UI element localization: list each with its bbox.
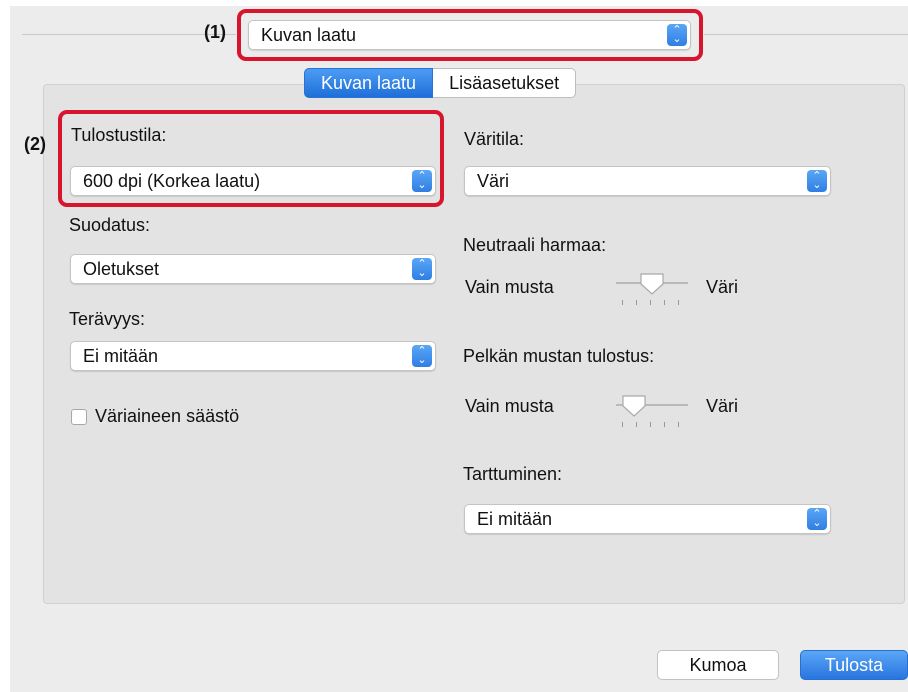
chevron-updown-icon: ⌃ ⌄ — [807, 170, 827, 192]
panel-selector-value: Kuvan laatu — [261, 25, 357, 45]
tab-advanced[interactable]: Lisäasetukset — [433, 68, 577, 98]
pure-black-max-label: Väri — [706, 396, 739, 416]
color-mode-value: Väri — [477, 171, 510, 191]
slider-knob[interactable] — [621, 394, 647, 418]
print-mode-label: Tulostustila: — [71, 125, 167, 145]
top-margin — [0, 0, 908, 6]
pure-black-slider[interactable] — [610, 392, 690, 428]
chevron-updown-icon: ⌃ ⌄ — [667, 24, 687, 46]
slider-knob[interactable] — [639, 272, 665, 296]
panel-selector-popup[interactable]: Kuvan laatu ⌃ ⌄ — [248, 20, 691, 50]
toner-save-label: Väriaineen säästö — [95, 406, 240, 426]
filter-select[interactable]: Oletukset ⌃ ⌄ — [70, 254, 436, 284]
callout-1-label: (1) — [204, 22, 226, 42]
chevron-updown-icon: ⌃ ⌄ — [412, 345, 432, 367]
neutral-gray-min-label: Vain musta — [465, 277, 554, 297]
chevron-updown-icon: ⌃ ⌄ — [412, 258, 432, 280]
trapping-value: Ei mitään — [477, 509, 553, 529]
trapping-select[interactable]: Ei mitään ⌃ ⌄ — [464, 504, 831, 534]
neutral-gray-max-label: Väri — [706, 277, 739, 297]
filter-value: Oletukset — [83, 259, 160, 279]
tab-image-quality[interactable]: Kuvan laatu — [304, 68, 434, 98]
chevron-updown-icon: ⌃ ⌄ — [412, 170, 432, 192]
separator-right — [704, 34, 908, 35]
color-mode-select[interactable]: Väri ⌃ ⌄ — [464, 166, 831, 196]
cancel-button[interactable]: Kumoa — [657, 650, 779, 680]
trapping-label: Tarttuminen: — [463, 464, 563, 484]
pure-black-min-label: Vain musta — [465, 396, 554, 416]
sharpness-value: Ei mitään — [83, 346, 159, 366]
filter-label: Suodatus: — [69, 215, 151, 235]
tab-bar: Kuvan laatu Lisäasetukset — [304, 68, 577, 98]
print-mode-select[interactable]: 600 dpi (Korkea laatu) ⌃ ⌄ — [70, 166, 436, 196]
print-button[interactable]: Tulosta — [800, 650, 908, 680]
color-mode-label: Väritila: — [464, 129, 525, 149]
callout-2-label: (2) — [24, 134, 46, 154]
neutral-gray-label: Neutraali harmaa: — [463, 235, 607, 255]
neutral-gray-slider[interactable] — [610, 270, 690, 306]
toner-save-checkbox[interactable] — [71, 409, 87, 425]
pure-black-label: Pelkän mustan tulostus: — [463, 346, 655, 366]
print-mode-value: 600 dpi (Korkea laatu) — [83, 171, 261, 191]
sharpness-select[interactable]: Ei mitään ⌃ ⌄ — [70, 341, 436, 371]
chevron-updown-icon: ⌃ ⌄ — [807, 508, 827, 530]
left-margin — [0, 0, 10, 692]
sharpness-label: Terävyys: — [69, 309, 146, 329]
